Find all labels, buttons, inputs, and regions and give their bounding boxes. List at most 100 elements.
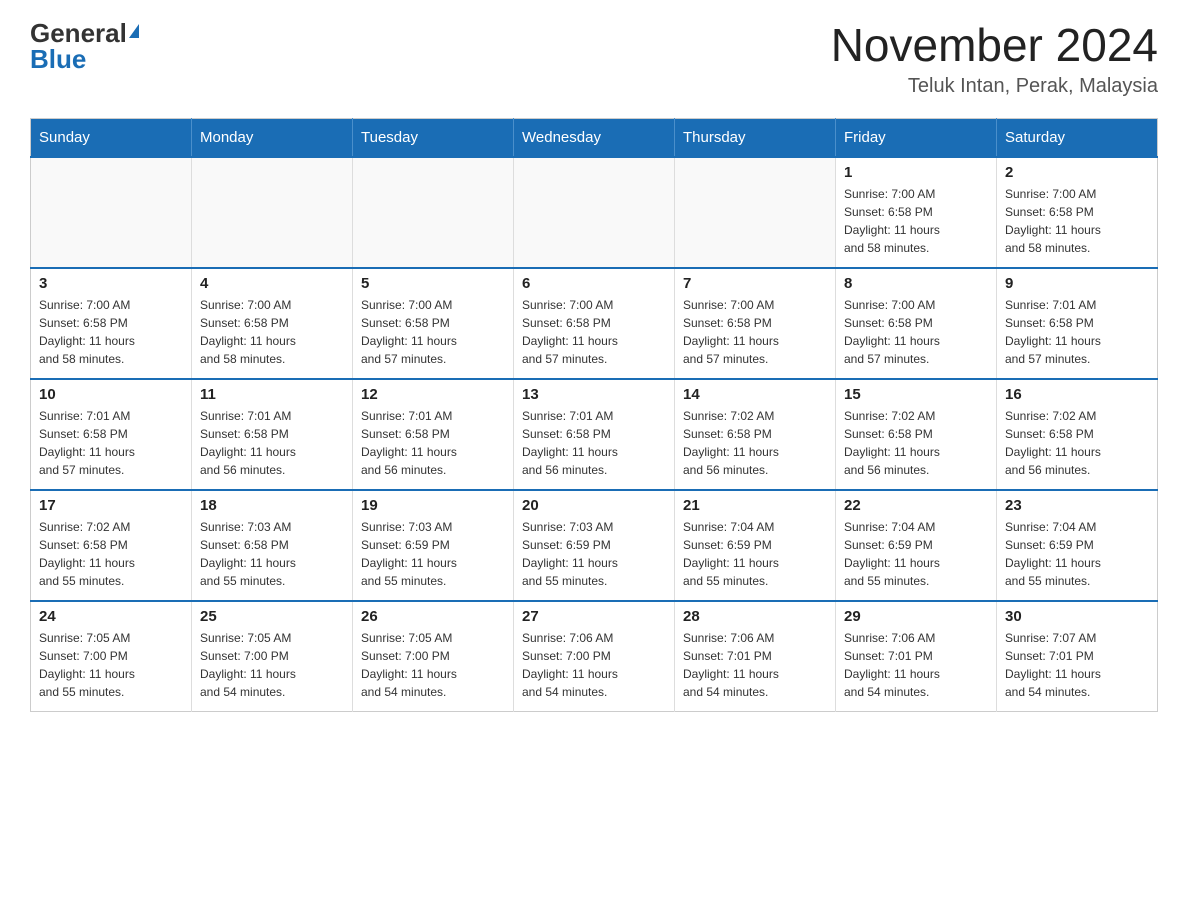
day-info: Sunrise: 7:00 AM Sunset: 6:58 PM Dayligh… (39, 296, 183, 368)
calendar-header: SundayMondayTuesdayWednesdayThursdayFrid… (31, 118, 1158, 157)
day-number: 11 (200, 386, 344, 403)
day-info: Sunrise: 7:03 AM Sunset: 6:58 PM Dayligh… (200, 518, 344, 590)
day-info: Sunrise: 7:04 AM Sunset: 6:59 PM Dayligh… (1005, 518, 1149, 590)
calendar-cell: 21 Sunrise: 7:04 AM Sunset: 6:59 PM Dayli… (675, 490, 836, 601)
day-info: Sunrise: 7:02 AM Sunset: 6:58 PM Dayligh… (844, 407, 988, 479)
calendar-cell: 5 Sunrise: 7:00 AM Sunset: 6:58 PM Daylig… (353, 268, 514, 379)
calendar-cell: 19 Sunrise: 7:03 AM Sunset: 6:59 PM Dayli… (353, 490, 514, 601)
day-number: 23 (1005, 497, 1149, 514)
calendar-cell (31, 157, 192, 268)
day-number: 6 (522, 275, 666, 292)
calendar-cell: 8Sunrise: 7:00 AM Sunset: 6:58 PM Daylig… (836, 268, 997, 379)
day-number: 19 (361, 497, 505, 514)
logo-general-text: General (30, 20, 127, 46)
day-info: Sunrise: 7:01 AM Sunset: 6:58 PM Dayligh… (1005, 296, 1149, 368)
day-number: 29 (844, 608, 988, 625)
calendar-body: 1 Sunrise: 7:00 AM Sunset: 6:58 PM Daylig… (31, 157, 1158, 712)
calendar-cell: 4 Sunrise: 7:00 AM Sunset: 6:58 PM Daylig… (192, 268, 353, 379)
day-header-monday: Monday (192, 118, 353, 157)
calendar-cell: 7 Sunrise: 7:00 AM Sunset: 6:58 PM Daylig… (675, 268, 836, 379)
day-info: Sunrise: 7:06 AM Sunset: 7:00 PM Dayligh… (522, 629, 666, 701)
calendar-cell: 1 Sunrise: 7:00 AM Sunset: 6:58 PM Daylig… (836, 157, 997, 268)
day-header-saturday: Saturday (997, 118, 1158, 157)
day-header-wednesday: Wednesday (514, 118, 675, 157)
day-info: Sunrise: 7:03 AM Sunset: 6:59 PM Dayligh… (522, 518, 666, 590)
calendar-cell: 24Sunrise: 7:05 AM Sunset: 7:00 PM Dayli… (31, 601, 192, 712)
day-info: Sunrise: 7:04 AM Sunset: 6:59 PM Dayligh… (683, 518, 827, 590)
day-info: Sunrise: 7:01 AM Sunset: 6:58 PM Dayligh… (522, 407, 666, 479)
day-info: Sunrise: 7:00 AM Sunset: 6:58 PM Dayligh… (683, 296, 827, 368)
calendar-cell: 22 Sunrise: 7:04 AM Sunset: 6:59 PM Dayli… (836, 490, 997, 601)
page-header: General Blue November 2024 Teluk Intan, … (30, 20, 1158, 98)
calendar-cell: 17Sunrise: 7:02 AM Sunset: 6:58 PM Dayli… (31, 490, 192, 601)
calendar-cell: 29 Sunrise: 7:06 AM Sunset: 7:01 PM Dayli… (836, 601, 997, 712)
calendar-cell: 6 Sunrise: 7:00 AM Sunset: 6:58 PM Daylig… (514, 268, 675, 379)
day-number: 5 (361, 275, 505, 292)
week-row-3: 10 Sunrise: 7:01 AM Sunset: 6:58 PM Dayli… (31, 379, 1158, 490)
week-row-4: 17Sunrise: 7:02 AM Sunset: 6:58 PM Dayli… (31, 490, 1158, 601)
day-number: 22 (844, 497, 988, 514)
day-number: 8 (844, 275, 988, 292)
calendar-cell: 25 Sunrise: 7:05 AM Sunset: 7:00 PM Dayli… (192, 601, 353, 712)
calendar-cell: 15 Sunrise: 7:02 AM Sunset: 6:58 PM Dayli… (836, 379, 997, 490)
title-block: November 2024 Teluk Intan, Perak, Malays… (831, 20, 1158, 98)
calendar-cell: 20 Sunrise: 7:03 AM Sunset: 6:59 PM Dayli… (514, 490, 675, 601)
day-number: 26 (361, 608, 505, 625)
day-info: Sunrise: 7:05 AM Sunset: 7:00 PM Dayligh… (361, 629, 505, 701)
day-number: 21 (683, 497, 827, 514)
day-number: 24 (39, 608, 183, 625)
day-number: 4 (200, 275, 344, 292)
calendar-cell: 10Sunrise: 7:01 AM Sunset: 6:58 PM Dayli… (31, 379, 192, 490)
logo: General Blue (30, 20, 139, 72)
day-number: 3 (39, 275, 183, 292)
calendar-cell: 3 Sunrise: 7:00 AM Sunset: 6:58 PM Daylig… (31, 268, 192, 379)
month-title: November 2024 (831, 20, 1158, 71)
day-number: 15 (844, 386, 988, 403)
calendar-cell: 16 Sunrise: 7:02 AM Sunset: 6:58 PM Dayli… (997, 379, 1158, 490)
day-info: Sunrise: 7:04 AM Sunset: 6:59 PM Dayligh… (844, 518, 988, 590)
day-number: 20 (522, 497, 666, 514)
day-info: Sunrise: 7:05 AM Sunset: 7:00 PM Dayligh… (200, 629, 344, 701)
calendar-cell: 28 Sunrise: 7:06 AM Sunset: 7:01 PM Dayli… (675, 601, 836, 712)
day-info: Sunrise: 7:06 AM Sunset: 7:01 PM Dayligh… (683, 629, 827, 701)
calendar-cell: 12Sunrise: 7:01 AM Sunset: 6:58 PM Dayli… (353, 379, 514, 490)
day-info: Sunrise: 7:00 AM Sunset: 6:58 PM Dayligh… (1005, 185, 1149, 257)
day-info: Sunrise: 7:00 AM Sunset: 6:58 PM Dayligh… (200, 296, 344, 368)
day-info: Sunrise: 7:03 AM Sunset: 6:59 PM Dayligh… (361, 518, 505, 590)
calendar-cell: 30 Sunrise: 7:07 AM Sunset: 7:01 PM Dayli… (997, 601, 1158, 712)
calendar-cell (675, 157, 836, 268)
day-info: Sunrise: 7:00 AM Sunset: 6:58 PM Dayligh… (361, 296, 505, 368)
day-number: 10 (39, 386, 183, 403)
week-row-5: 24 Sunrise: 7:05 AM Sunset: 7:00 PM Dayli… (31, 601, 1158, 712)
day-info: Sunrise: 7:00 AM Sunset: 6:58 PM Dayligh… (844, 185, 988, 257)
days-of-week-row: SundayMondayTuesdayWednesdayThursdayFrid… (31, 118, 1158, 157)
day-info: Sunrise: 7:01 AM Sunset: 6:58 PM Dayligh… (200, 407, 344, 479)
day-info: Sunrise: 7:02 AM Sunset: 6:58 PM Dayligh… (683, 407, 827, 479)
location-subtitle: Teluk Intan, Perak, Malaysia (831, 75, 1158, 98)
day-number: 30 (1005, 608, 1149, 625)
calendar-cell (514, 157, 675, 268)
day-info: Sunrise: 7:07 AM Sunset: 7:01 PM Dayligh… (1005, 629, 1149, 701)
day-number: 16 (1005, 386, 1149, 403)
day-number: 2 (1005, 164, 1149, 181)
day-number: 17 (39, 497, 183, 514)
day-number: 1 (844, 164, 988, 181)
calendar-cell: 2 Sunrise: 7:00 AM Sunset: 6:58 PM Daylig… (997, 157, 1158, 268)
day-header-friday: Friday (836, 118, 997, 157)
day-number: 28 (683, 608, 827, 625)
calendar-cell: 9Sunrise: 7:01 AM Sunset: 6:58 PM Daylig… (997, 268, 1158, 379)
day-info: Sunrise: 7:02 AM Sunset: 6:58 PM Dayligh… (1005, 407, 1149, 479)
day-header-sunday: Sunday (31, 118, 192, 157)
day-header-thursday: Thursday (675, 118, 836, 157)
day-number: 7 (683, 275, 827, 292)
day-number: 14 (683, 386, 827, 403)
calendar-cell: 14 Sunrise: 7:02 AM Sunset: 6:58 PM Dayli… (675, 379, 836, 490)
calendar-cell (192, 157, 353, 268)
logo-blue-text: Blue (30, 46, 86, 72)
calendar-cell: 11 Sunrise: 7:01 AM Sunset: 6:58 PM Dayli… (192, 379, 353, 490)
day-info: Sunrise: 7:01 AM Sunset: 6:58 PM Dayligh… (361, 407, 505, 479)
day-info: Sunrise: 7:06 AM Sunset: 7:01 PM Dayligh… (844, 629, 988, 701)
day-info: Sunrise: 7:00 AM Sunset: 6:58 PM Dayligh… (522, 296, 666, 368)
day-header-tuesday: Tuesday (353, 118, 514, 157)
day-number: 25 (200, 608, 344, 625)
